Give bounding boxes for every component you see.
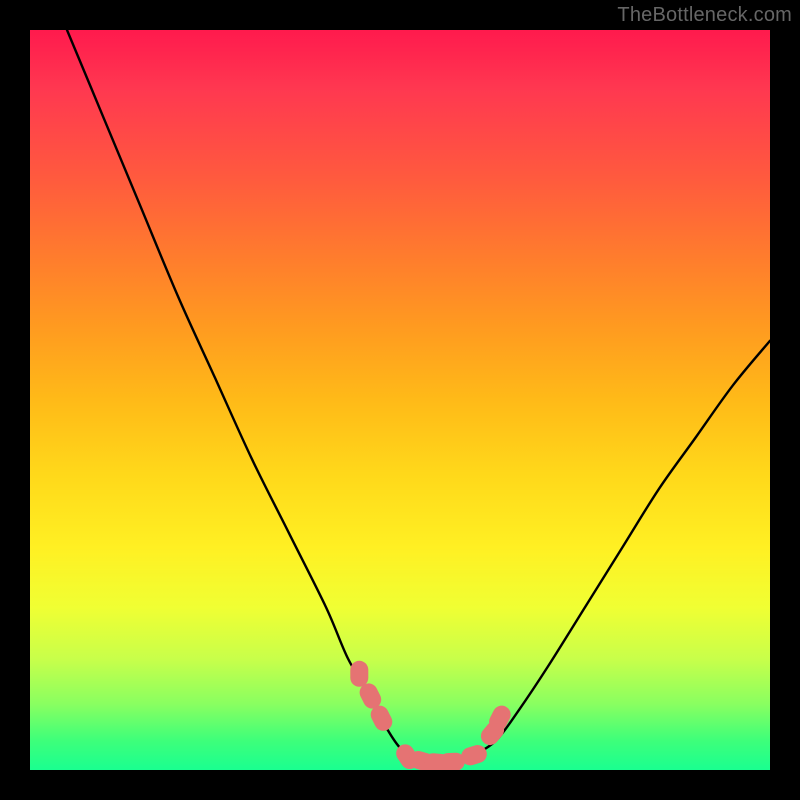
chart-stage: TheBottleneck.com [0,0,800,800]
highlight-marker [438,752,465,770]
highlight-markers [350,661,513,770]
highlight-marker [350,661,368,687]
attribution-text: TheBottleneck.com [617,4,792,27]
chart-svg [30,30,770,770]
bottleneck-curve [67,30,770,763]
plot-area [30,30,770,770]
